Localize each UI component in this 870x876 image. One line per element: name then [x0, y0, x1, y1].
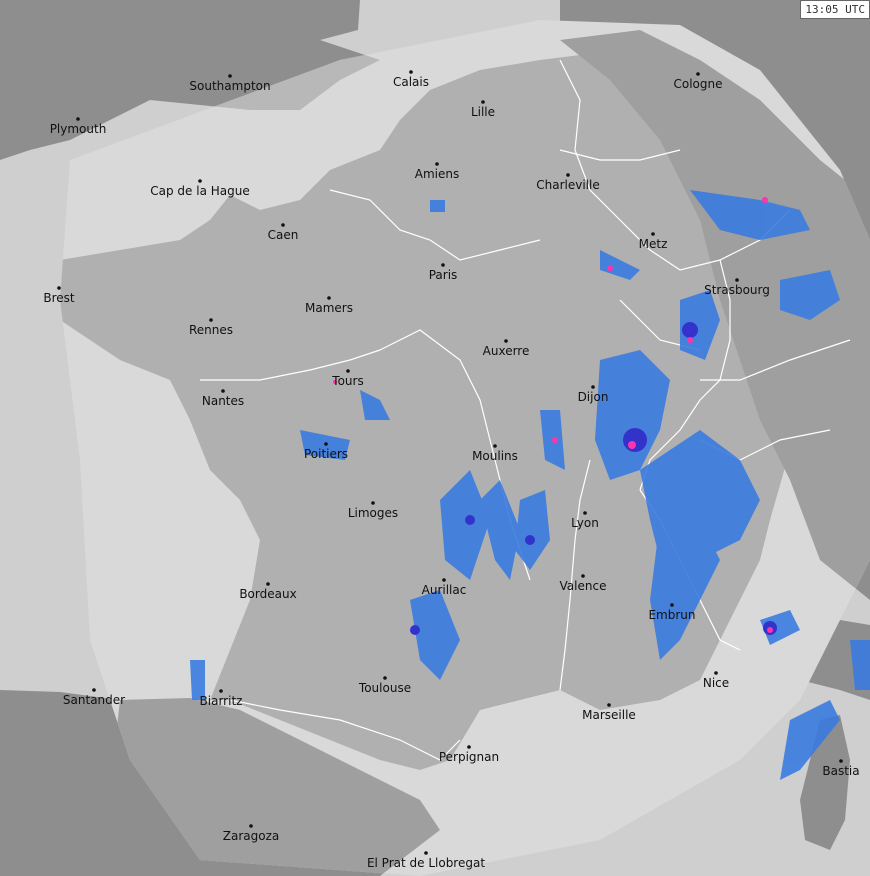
city-dot — [249, 824, 253, 828]
city-dot — [735, 278, 739, 282]
city-dot — [424, 851, 428, 855]
city-dot — [219, 689, 223, 693]
city-label: Nice — [703, 676, 729, 690]
city-label: Zaragoza — [223, 829, 279, 843]
city-dot — [607, 703, 611, 707]
city-dot — [327, 296, 331, 300]
city-dot — [198, 179, 202, 183]
city-label: Caen — [268, 228, 299, 242]
map-canvas: Southampton Plymouth Calais Lille Cologne Ami… — [0, 0, 870, 876]
city-dot — [583, 511, 587, 515]
city-dot — [281, 223, 285, 227]
city-label: Perpignan — [439, 750, 499, 764]
city-label: Lille — [471, 105, 495, 119]
city-dot — [591, 385, 595, 389]
city-label: Marseille — [582, 708, 636, 722]
city-dot — [839, 759, 843, 763]
city-label: Embrun — [648, 608, 695, 622]
city-dot — [651, 232, 655, 236]
city-dot — [228, 74, 232, 78]
city-dot — [696, 72, 700, 76]
city-label: Limoges — [348, 506, 398, 520]
city-dot — [493, 444, 497, 448]
city-label: Brest — [43, 291, 75, 305]
city-label: Rennes — [189, 323, 233, 337]
city-label: Calais — [393, 75, 429, 89]
city-label: Mamers — [305, 301, 353, 315]
city-dot — [566, 173, 570, 177]
city-label: Charleville — [536, 178, 599, 192]
city-label: Amiens — [415, 167, 459, 181]
city-dot — [346, 369, 350, 373]
city-label: Poitiers — [304, 447, 348, 461]
city-dot — [435, 162, 439, 166]
city-dot — [581, 574, 585, 578]
city-label: Southampton — [189, 79, 270, 93]
radar-map[interactable]: Southampton Plymouth Calais Lille Cologne Ami… — [0, 0, 870, 876]
city-dot — [481, 100, 485, 104]
city-label: Cap de la Hague — [150, 184, 249, 198]
city-label: Biarritz — [200, 694, 243, 708]
city-label: Santander — [63, 693, 125, 707]
city-label: Metz — [639, 237, 668, 251]
city-label: Aurillac — [422, 583, 467, 597]
city-label: Nantes — [202, 394, 244, 408]
city-label: Bastia — [822, 764, 859, 778]
city-label: Bordeaux — [239, 587, 296, 601]
city-dot — [442, 578, 446, 582]
city-dot — [467, 745, 471, 749]
city-label: Auxerre — [483, 344, 530, 358]
city-dot — [57, 286, 61, 290]
city-dot — [409, 70, 413, 74]
city-dot — [371, 501, 375, 505]
city-dot — [670, 603, 674, 607]
city-dot — [714, 671, 718, 675]
city-dot — [76, 117, 80, 121]
city-label: Lyon — [571, 516, 599, 530]
city-dot — [504, 339, 508, 343]
city-dot — [324, 442, 328, 446]
city-label: Dijon — [578, 390, 609, 404]
city-dot — [221, 389, 225, 393]
city-label: Plymouth — [50, 122, 107, 136]
city-label: Strasbourg — [704, 283, 770, 297]
city-dot — [383, 676, 387, 680]
city-label: Tours — [331, 374, 363, 388]
city-dot — [266, 582, 270, 586]
timestamp-label: 13:05 UTC — [800, 0, 870, 19]
city-dot — [209, 318, 213, 322]
city-label: Paris — [429, 268, 458, 282]
city-label: Cologne — [673, 77, 722, 91]
city-label: Toulouse — [358, 681, 411, 695]
city-label: El Prat de Llobregat — [367, 856, 485, 870]
city-label: Moulins — [472, 449, 518, 463]
city-dot — [92, 688, 96, 692]
city-dot — [441, 263, 445, 267]
city-label: Valence — [560, 579, 607, 593]
